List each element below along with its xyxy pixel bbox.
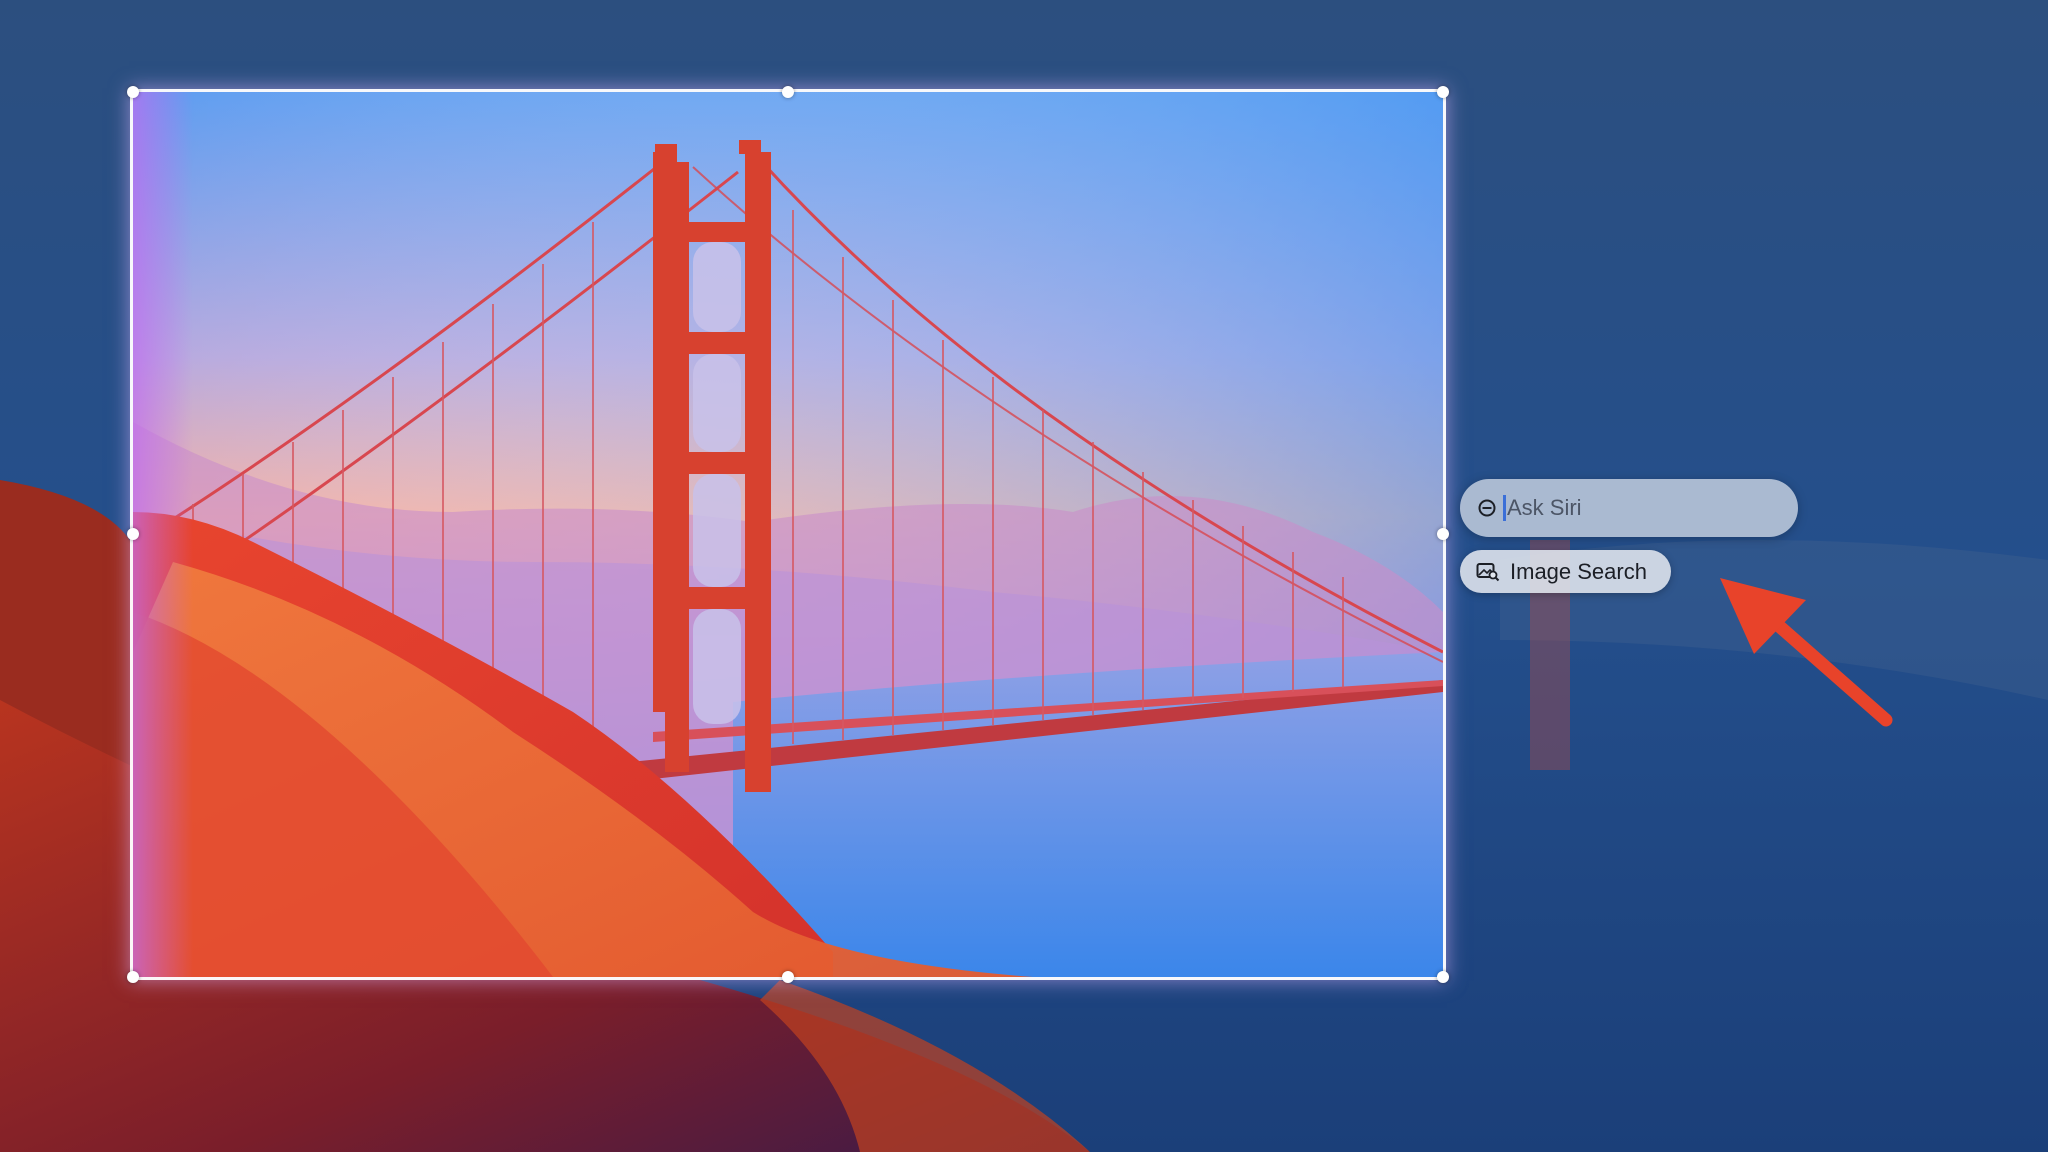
annotation-arrow-icon: [1720, 578, 1893, 727]
